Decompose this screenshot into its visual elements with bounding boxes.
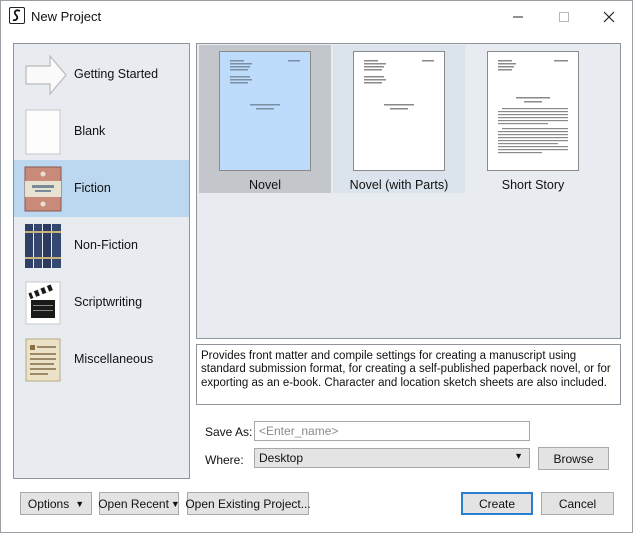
maximize-icon xyxy=(541,1,587,32)
category-list: Getting Started Blank Fiction Non-Fictio… xyxy=(13,43,190,479)
where-value: Desktop xyxy=(259,451,304,465)
close-icon[interactable] xyxy=(586,1,632,32)
manuscript-thumbnail xyxy=(219,51,311,171)
open-recent-button-label: Open Recent xyxy=(98,496,169,511)
manuscript-thumbnail xyxy=(487,51,579,171)
create-button[interactable]: Create xyxy=(461,492,533,515)
options-button[interactable]: Options ▼ xyxy=(20,492,92,515)
where-label: Where: xyxy=(205,453,244,467)
manuscript-thumbnail xyxy=(353,51,445,171)
blank-page-icon xyxy=(24,109,62,155)
template-label: Novel xyxy=(249,178,281,192)
category-label: Fiction xyxy=(74,181,111,195)
title-bar: New Project xyxy=(1,1,632,32)
category-label: Blank xyxy=(74,124,106,138)
category-label: Getting Started xyxy=(74,67,159,81)
category-label: Non-Fiction xyxy=(74,238,138,252)
where-dropdown[interactable]: Desktop ▼ xyxy=(254,448,530,468)
template-grid: Novel Novel (with Parts) Short Story xyxy=(196,43,621,339)
clapperboard-icon xyxy=(24,280,62,326)
dropdown-arrow-icon: ▼ xyxy=(75,498,85,509)
category-miscellaneous[interactable]: Miscellaneous xyxy=(14,331,189,388)
book-cover-icon xyxy=(24,166,62,212)
save-as-input[interactable] xyxy=(254,421,530,441)
template-label: Short Story xyxy=(501,178,565,192)
minimize-icon[interactable] xyxy=(495,1,541,32)
category-label: Scriptwriting xyxy=(74,295,143,309)
cancel-button[interactable]: Cancel xyxy=(541,492,614,515)
category-non-fiction[interactable]: Non-Fiction xyxy=(14,217,189,274)
browse-button[interactable]: Browse xyxy=(538,447,609,470)
template-label: Novel (with Parts) xyxy=(349,178,449,192)
category-label: Miscellaneous xyxy=(74,352,154,366)
template-novel-with-parts[interactable]: Novel (with Parts) xyxy=(333,45,465,193)
scrivener-app-icon xyxy=(9,7,25,24)
template-description: Provides front matter and compile settin… xyxy=(196,344,621,405)
dropdown-arrow-icon: ▼ xyxy=(170,498,180,509)
browse-button-label: Browse xyxy=(553,451,594,466)
category-blank[interactable]: Blank xyxy=(14,103,189,160)
arrow-icon xyxy=(24,52,67,98)
open-existing-project-button[interactable]: Open Existing Project... xyxy=(185,492,311,515)
template-short-story[interactable]: Short Story xyxy=(467,45,599,193)
new-project-dialog: New Project Getting Started Blank Fictio… xyxy=(0,0,633,533)
cancel-button-label: Cancel xyxy=(558,496,597,511)
parchment-icon xyxy=(24,337,62,383)
open-existing-project-label: Open Existing Project... xyxy=(185,496,311,511)
create-button-label: Create xyxy=(478,496,516,511)
category-getting-started[interactable]: Getting Started xyxy=(14,46,189,103)
options-button-label: Options xyxy=(27,496,70,511)
template-novel[interactable]: Novel xyxy=(199,45,331,193)
chevron-down-icon: ▼ xyxy=(514,451,523,461)
category-scriptwriting[interactable]: Scriptwriting xyxy=(14,274,189,331)
window-title: New Project xyxy=(31,9,102,24)
category-fiction[interactable]: Fiction xyxy=(14,160,189,217)
save-as-label: Save As: xyxy=(205,425,253,439)
open-recent-button[interactable]: Open Recent ▼ xyxy=(98,492,180,515)
book-spines-icon xyxy=(24,223,62,269)
